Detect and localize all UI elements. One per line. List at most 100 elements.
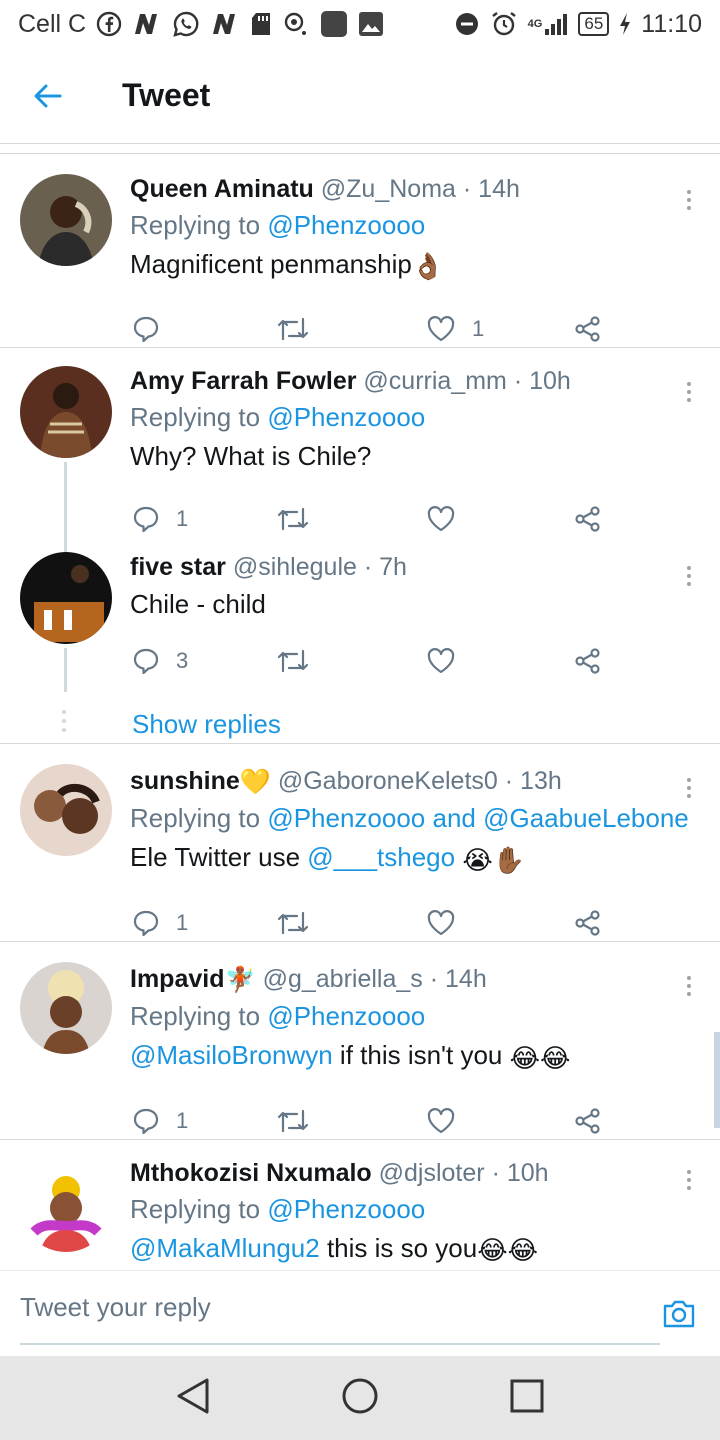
- avatar[interactable]: [20, 764, 112, 856]
- reply-button[interactable]: 3: [132, 634, 188, 688]
- more-options-button[interactable]: [684, 382, 694, 402]
- timestamp: 14h: [478, 175, 520, 203]
- handle[interactable]: @curria_mm: [363, 367, 506, 395]
- camera-icon: [663, 1300, 695, 1328]
- news-notification-icon: [132, 10, 162, 38]
- retweet-button[interactable]: [276, 492, 310, 546]
- nav-back-button[interactable]: [175, 1376, 211, 1421]
- display-name[interactable]: Impavid: [130, 965, 224, 993]
- do-not-disturb-icon: [454, 10, 480, 38]
- replying-to: Replying to @Phenzoooo: [130, 1001, 426, 1032]
- comment-icon: [133, 506, 159, 533]
- reply-tweet[interactable]: sunshine💛 @GaboroneKelets0 · 13h Replyin…: [0, 744, 720, 942]
- avatar[interactable]: [20, 174, 112, 266]
- timestamp: 10h: [529, 367, 571, 395]
- more-options-button[interactable]: [684, 778, 694, 798]
- laughing-emoji: 😂😂: [509, 1042, 571, 1073]
- alarm-icon: [490, 10, 518, 38]
- system-navigation-bar: [0, 1356, 720, 1440]
- replying-to-link[interactable]: @Phenzoooo: [267, 1001, 425, 1031]
- thread-line: [64, 648, 67, 692]
- timestamp: 14h: [445, 965, 487, 993]
- display-name[interactable]: sunshine: [130, 767, 240, 795]
- tweet-text: Why? What is Chile?: [130, 441, 372, 471]
- timestamp: 13h: [520, 767, 562, 795]
- display-name[interactable]: Mthokozisi Nxumalo: [130, 1159, 372, 1187]
- heart-icon: [427, 648, 455, 674]
- tweet-text: Ele Twitter use @___tshego 😭✋🏾: [130, 837, 660, 879]
- charging-icon: [619, 10, 631, 38]
- reply-count: 1: [176, 909, 189, 935]
- handle[interactable]: @Zu_Noma: [321, 175, 456, 203]
- share-icon: [575, 506, 600, 532]
- avatar[interactable]: [20, 962, 112, 1054]
- reply-tweet[interactable]: five star @sihlegule · 7h Chile - child …: [0, 544, 720, 744]
- share-button[interactable]: [574, 492, 602, 546]
- whatsapp-notification-icon: [172, 10, 200, 38]
- laughing-emoji: 😂😂: [477, 1235, 538, 1266]
- nav-recents-button[interactable]: [509, 1378, 545, 1419]
- avatar[interactable]: [20, 366, 112, 458]
- more-options-button[interactable]: [684, 566, 694, 586]
- reply-input[interactable]: [20, 1271, 660, 1345]
- like-button[interactable]: [426, 492, 456, 546]
- handle[interactable]: @GaboroneKelets0: [278, 767, 498, 795]
- display-name[interactable]: Amy Farrah Fowler: [130, 367, 356, 395]
- share-button[interactable]: [574, 634, 602, 688]
- reply-tweet[interactable]: Amy Farrah Fowler @curria_mm · 10h Reply…: [0, 348, 720, 558]
- mention-link[interactable]: @___tshego: [307, 842, 455, 872]
- avatar[interactable]: [20, 1160, 112, 1252]
- handle[interactable]: @sihlegule: [233, 553, 357, 581]
- tweet-actions: 1: [130, 492, 660, 546]
- emoji-sequence: 😭✋🏾: [462, 844, 526, 875]
- reply-tweet[interactable]: Queen Aminatu @Zu_Noma · 14h Replying to…: [0, 154, 720, 348]
- triangle-back-icon: [177, 1378, 209, 1413]
- retweet-button[interactable]: [276, 634, 310, 688]
- divider: [0, 144, 720, 154]
- replying-to-link[interactable]: @Phenzoooo: [267, 210, 425, 240]
- display-name[interactable]: five star: [130, 553, 226, 581]
- mention-link[interactable]: @MakaMlungu2: [130, 1233, 320, 1263]
- tweet-text: @MasiloBronwyn if this isn't you 😂😂: [130, 1035, 660, 1077]
- heart-icon: [427, 1107, 455, 1133]
- replies-feed[interactable]: Queen Aminatu @Zu_Noma · 14h Replying to…: [0, 144, 720, 1270]
- thread-dots: [62, 710, 66, 732]
- reply-tweet[interactable]: Impavid🧚🏾 @g_abriella_s · 14h Replying t…: [0, 942, 720, 1140]
- more-options-button[interactable]: [684, 976, 694, 996]
- clock: 11:10: [641, 9, 702, 38]
- handle[interactable]: @djsloter: [379, 1159, 485, 1187]
- replying-to: Replying to @Phenzoooo: [130, 1194, 426, 1224]
- tweet-actions: 3: [130, 634, 660, 688]
- nav-home-button[interactable]: [340, 1376, 380, 1421]
- yellow-heart-emoji: 💛: [239, 768, 271, 797]
- replying-to-link[interactable]: @Phenzoooo and @GaabueLebone: [267, 803, 688, 833]
- location-icon: [282, 10, 310, 38]
- replying-to-link[interactable]: @Phenzoooo: [267, 402, 425, 432]
- reply-tweet[interactable]: Mthokozisi Nxumalo @djsloter · 10h Reply…: [0, 1140, 720, 1270]
- comment-icon: [133, 317, 159, 343]
- handle[interactable]: @g_abriella_s: [263, 965, 423, 993]
- status-bar: Cell C 4G 65 11:10: [0, 0, 720, 48]
- scrollbar-thumb[interactable]: [714, 1032, 720, 1128]
- display-name[interactable]: Queen Aminatu: [130, 175, 314, 203]
- top-app-bar: Tweet: [0, 48, 720, 144]
- comment-icon: [133, 1108, 159, 1134]
- reply-button[interactable]: 1: [132, 492, 188, 546]
- timestamp: 7h: [379, 553, 407, 581]
- more-options-button[interactable]: [684, 190, 694, 210]
- heart-icon: [427, 506, 455, 532]
- retweet-icon: [277, 1109, 309, 1132]
- back-button[interactable]: [0, 48, 96, 144]
- replying-to-link[interactable]: @Phenzoooo: [267, 1194, 425, 1224]
- tweet-text: Chile - child: [130, 589, 266, 619]
- retweet-icon: [277, 318, 309, 341]
- reply-count: 1: [176, 506, 189, 531]
- mention-link[interactable]: @MasiloBronwyn: [130, 1040, 333, 1070]
- camera-button[interactable]: [662, 1297, 696, 1334]
- facebook-notification-icon: [96, 10, 122, 38]
- avatar[interactable]: [20, 552, 112, 644]
- like-button[interactable]: [426, 634, 456, 688]
- more-options-button[interactable]: [684, 1170, 694, 1190]
- tweet-text: @MakaMlungu2 this is so you😂😂: [130, 1228, 660, 1270]
- tweet-text: Magnificent penmanship👌🏾: [130, 244, 660, 286]
